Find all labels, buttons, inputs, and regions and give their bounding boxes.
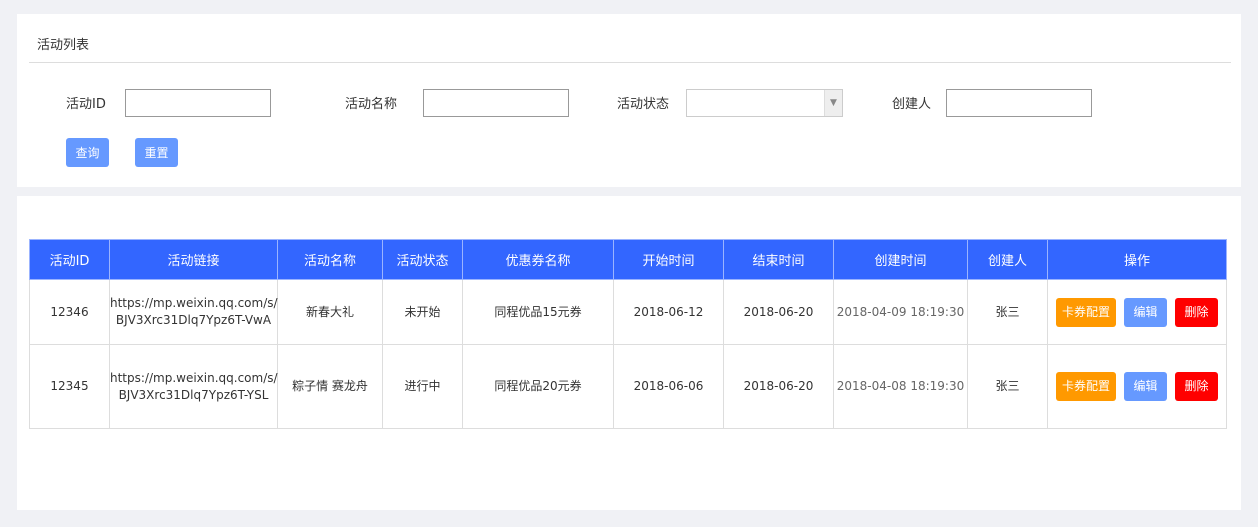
cell-id: 12345 <box>29 344 110 429</box>
activity-status-label: 活动状态 <box>617 97 670 112</box>
activity-table: 活动ID 活动链接 活动名称 活动状态 优惠券名称 开始时间 结束时间 创建时间… <box>29 239 1227 429</box>
link-part[interactable]: https://mp.weixin.qq.com/s/ <box>110 371 278 385</box>
link-part[interactable]: https://mp.weixin.qq.com/s/ <box>110 296 278 310</box>
cell-start: 2018-06-06 <box>613 344 724 429</box>
link-part[interactable]: BJV3Xrc31Dlq7Ypz6T-VwA <box>116 313 271 327</box>
divider <box>29 62 1231 63</box>
cell-coupon: 同程优品20元券 <box>462 344 614 429</box>
table-panel: 活动ID 活动链接 活动名称 活动状态 优惠券名称 开始时间 结束时间 创建时间… <box>17 196 1241 510</box>
creator-input[interactable] <box>946 89 1092 117</box>
table-header: 活动ID 活动链接 活动名称 活动状态 优惠券名称 开始时间 结束时间 创建时间… <box>29 239 1227 280</box>
col-header: 活动状态 <box>382 239 463 280</box>
chevron-down-icon: ▼ <box>824 90 842 116</box>
delete-button[interactable]: 删除 <box>1175 372 1218 401</box>
cell-link[interactable]: https://mp.weixin.qq.com/s/BJV3Xrc31Dlq7… <box>109 344 278 429</box>
cell-name: 粽子情 赛龙舟 <box>277 344 383 429</box>
cell-start: 2018-06-12 <box>613 279 724 345</box>
activity-name-input[interactable] <box>423 89 569 117</box>
activity-id-input[interactable] <box>125 89 271 117</box>
cell-name: 新春大礼 <box>277 279 383 345</box>
creator-label: 创建人 <box>892 97 932 112</box>
table-row: 12346 https://mp.weixin.qq.com/s/BJV3Xrc… <box>29 279 1227 345</box>
query-button[interactable]: 查询 <box>66 138 109 167</box>
panel-title: 活动列表 <box>37 38 90 53</box>
activity-name-label: 活动名称 <box>345 97 398 112</box>
cell-end: 2018-06-20 <box>723 344 834 429</box>
cell-actions: 卡券配置 编辑 删除 <box>1047 279 1227 345</box>
edit-button[interactable]: 编辑 <box>1124 297 1167 327</box>
cell-creator: 张三 <box>967 279 1048 345</box>
edit-button[interactable]: 编辑 <box>1124 372 1167 401</box>
reset-button[interactable]: 重置 <box>135 138 178 167</box>
cell-id: 12346 <box>29 279 110 345</box>
cell-status: 进行中 <box>382 344 463 429</box>
col-header: 优惠券名称 <box>462 239 614 280</box>
table-row: 12345 https://mp.weixin.qq.com/s/BJV3Xrc… <box>29 344 1227 429</box>
col-header: 创建人 <box>967 239 1048 280</box>
cell-actions: 卡券配置 编辑 删除 <box>1047 344 1227 429</box>
activity-id-label: 活动ID <box>66 97 106 112</box>
delete-button[interactable]: 删除 <box>1175 297 1218 327</box>
cell-creator: 张三 <box>967 344 1048 429</box>
cell-status: 未开始 <box>382 279 463 345</box>
col-header: 活动名称 <box>277 239 383 280</box>
col-header: 活动ID <box>29 239 110 280</box>
cell-end: 2018-06-20 <box>723 279 834 345</box>
cell-created: 2018-04-08 18:19:30 <box>833 344 968 429</box>
col-header: 活动链接 <box>109 239 278 280</box>
activity-status-select[interactable]: ▼ <box>686 89 843 117</box>
card-config-button[interactable]: 卡券配置 <box>1056 297 1116 327</box>
col-header: 开始时间 <box>613 239 724 280</box>
cell-coupon: 同程优品15元券 <box>462 279 614 345</box>
link-part[interactable]: BJV3Xrc31Dlq7Ypz6T-YSL <box>119 388 269 402</box>
cell-created: 2018-04-09 18:19:30 <box>833 279 968 345</box>
cell-link[interactable]: https://mp.weixin.qq.com/s/BJV3Xrc31Dlq7… <box>109 279 278 345</box>
filter-panel: 活动列表 活动ID 活动名称 活动状态 ▼ 创建人 查询 重置 <box>17 14 1241 187</box>
col-header: 结束时间 <box>723 239 834 280</box>
card-config-button[interactable]: 卡券配置 <box>1056 372 1116 401</box>
col-header: 操作 <box>1047 239 1227 280</box>
col-header: 创建时间 <box>833 239 968 280</box>
